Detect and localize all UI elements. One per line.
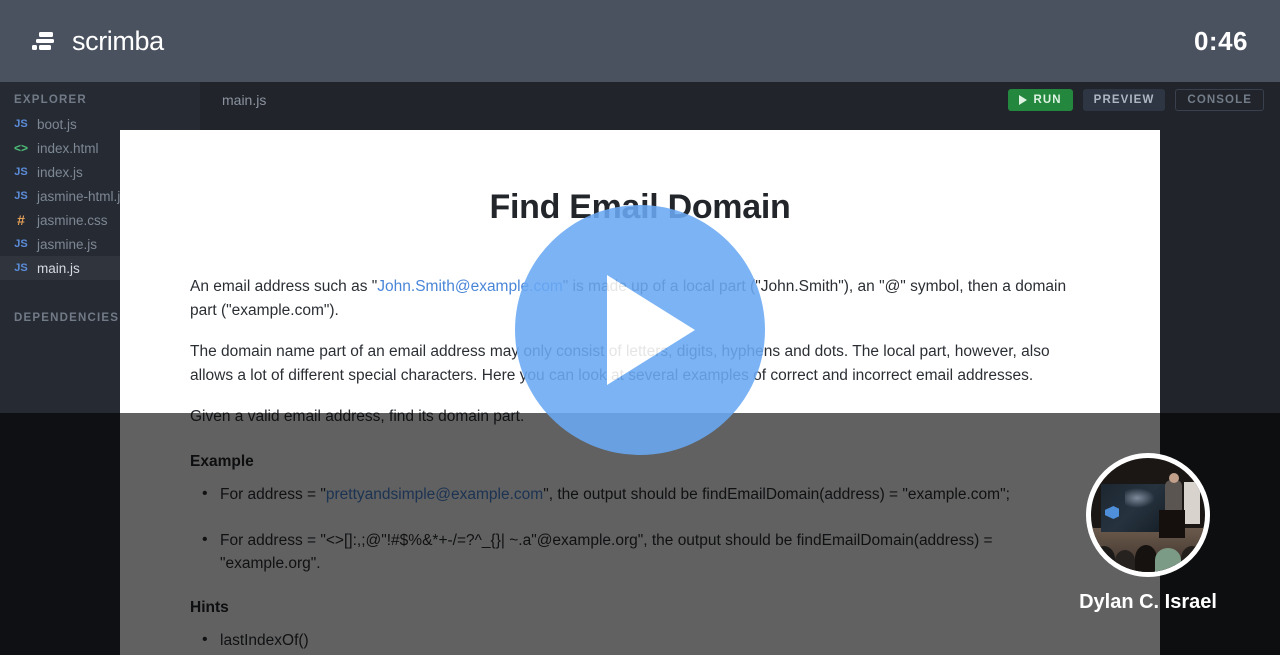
hints-list: lastIndexOf() slice()	[190, 628, 1090, 655]
example-email-link[interactable]: prettyandsimple@example.com	[326, 486, 543, 503]
file-label: main.js	[37, 260, 80, 276]
list-item: For address = "<>[]:,;@"!#$%&*+-/=?^_{}|…	[190, 528, 1090, 576]
play-button-icon[interactable]	[515, 205, 765, 455]
editor-header: main.js RUN PREVIEW CONSOLE	[200, 82, 1280, 118]
file-label: index.js	[37, 164, 83, 180]
timer: 0:46	[1193, 25, 1248, 56]
top-bar: scrimba 0:46	[0, 0, 1280, 82]
css-file-icon: #	[17, 212, 25, 228]
example-list: For address = "prettyandsimple@example.c…	[190, 482, 1090, 576]
js-file-icon: JS	[14, 190, 28, 202]
preview-button[interactable]: PREVIEW	[1082, 89, 1166, 111]
scrimba-logo-icon	[32, 31, 58, 51]
presenter-name: Dylan C. Israel	[1079, 591, 1217, 613]
file-label: index.html	[37, 140, 99, 156]
play-triangle	[607, 275, 695, 385]
play-triangle-icon	[1019, 95, 1028, 105]
scrimba-screencast: scrimba 0:46 EXPLORER JS boot.js <> inde…	[0, 0, 1280, 655]
html-file-icon: <>	[14, 141, 29, 155]
js-file-icon: JS	[14, 118, 28, 130]
js-file-icon: JS	[14, 262, 28, 274]
file-label: jasmine.js	[37, 236, 98, 252]
brand[interactable]: scrimba	[32, 26, 164, 57]
tab-main-js[interactable]: main.js	[222, 92, 266, 108]
file-label: boot.js	[37, 116, 77, 132]
editor-action-buttons: RUN PREVIEW CONSOLE	[1008, 89, 1264, 111]
list-item: For address = "prettyandsimple@example.c…	[190, 482, 1090, 506]
run-label: RUN	[1033, 94, 1062, 106]
run-button[interactable]: RUN	[1008, 89, 1073, 111]
brand-name: scrimba	[72, 25, 164, 56]
presenter-avatar	[1086, 453, 1210, 577]
presenter: Dylan C. Israel	[1079, 453, 1217, 614]
example-heading: Example	[190, 453, 254, 471]
js-file-icon: JS	[14, 238, 28, 250]
list-item: lastIndexOf()	[190, 628, 1090, 652]
intro-text-a: An email address such as "	[190, 278, 378, 295]
file-label: jasmine.css	[37, 212, 108, 228]
example-suffix: ", the output should be findEmailDomain(…	[543, 486, 1010, 504]
file-label: jasmine-html.js	[37, 188, 128, 204]
js-file-icon: JS	[14, 166, 28, 178]
hints-heading: Hints	[190, 599, 229, 617]
console-button[interactable]: CONSOLE	[1175, 89, 1264, 111]
explorer-label: EXPLORER	[14, 94, 87, 106]
example-prefix: For address = "	[220, 486, 326, 504]
